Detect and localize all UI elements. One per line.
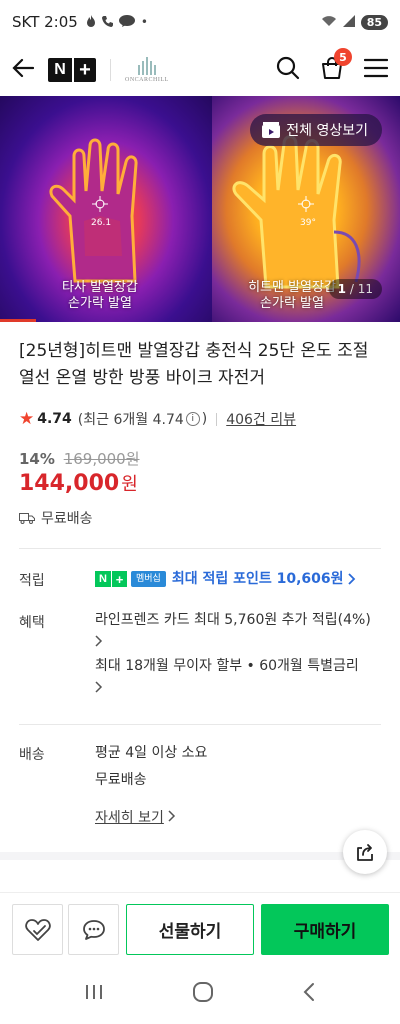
phone-icon [101,15,113,30]
share-icon [357,844,373,861]
gift-button[interactable]: 선물하기 [126,904,254,955]
battery-icon: 85 [360,14,388,30]
membership-label: 멤버십 [131,571,166,587]
image-counter-total: / 11 [349,282,373,296]
product-image-carousel[interactable]: 26.1 39° 타사 발열장갑 손가락 발열 히트맨 발열장갑 손가락 발열 … [0,96,400,322]
caption-right-line2: 손가락 발열 [260,296,324,311]
video-clapper-icon [262,122,281,138]
video-button-label: 전체 영상보기 [286,123,368,139]
logo-plus: + [72,58,96,82]
benefit-row[interactable]: 라인프렌즈 카드 최대 5,760원 추가 적립(4%) 최대 18개월 무이자… [95,609,385,701]
sale-price-unit: 원 [121,474,138,495]
image-counter-current: 1 [337,282,347,296]
buy-button[interactable]: 구매하기 [261,904,389,955]
brand-logo[interactable]: ONCARCHILL [125,57,169,83]
system-nav-bar [0,964,400,1024]
naver-plus-membership-badge: N + 멤버십 [95,571,166,587]
sale-price-amount: 144,000 [19,471,120,496]
temp-reading-left: 26.1 [91,218,112,228]
info-icon[interactable]: i [185,412,200,426]
brand-name: ONCARCHILL [125,77,169,83]
benefit-card-text: 라인프렌즈 카드 최대 5,760원 추가 적립(4%) [95,612,371,628]
back-arrow-icon[interactable] [12,58,35,82]
share-button[interactable] [343,830,387,874]
section-gap [0,852,400,860]
review-link[interactable]: 406건 리뷰 [226,409,296,429]
caption-left-line1: 타사 발열장갑 [62,280,138,295]
purchase-bar: 선물하기 구매하기 [0,892,400,964]
truck-icon [19,513,35,524]
full-video-button[interactable]: 전체 영상보기 [250,114,382,146]
header-divider [110,59,111,81]
star-icon: ★ [19,409,35,429]
caption-competitor: 타사 발열장갑 손가락 발열 [40,280,160,312]
recent-rating-close: ) [201,411,208,427]
points-row[interactable]: N + 멤버십 최대 적립 포인트 10,606원 [95,568,356,591]
back-icon[interactable] [302,982,316,1006]
top-nav: N + ONCARCHILL 5 [0,44,400,96]
benefit-label: 혜택 [19,615,45,631]
rating-score: 4.74 [37,411,72,427]
home-icon[interactable] [192,981,214,1007]
dot-icon: • [140,15,148,29]
delivery-info: 평균 4일 이상 소요 무료배송 [95,742,207,792]
original-price: 169,000원 [63,450,140,468]
mini-logo-plus: + [111,571,127,587]
delivery-fee: 무료배송 [95,772,147,788]
max-points-text: 최대 적립 포인트 10,606원 [171,571,344,587]
product-title: [25년형]히트맨 발열장갑 충전식 25단 온도 조절 열선 온열 방한 방풍… [19,341,369,388]
status-time: SKT 2:05 [12,13,78,31]
discount-row: 14% 169,000원 [19,448,140,469]
menu-icon[interactable] [363,58,389,82]
carousel-progress-fill [0,319,36,322]
heart-check-icon [24,918,51,941]
search-icon[interactable] [276,56,300,84]
caption-left-line2: 손가락 발열 [68,296,132,311]
section-divider [19,724,381,725]
section-divider [19,548,381,549]
free-shipping-label: 무료배송 [41,511,93,527]
free-shipping-badge: 무료배송 [19,508,93,528]
chevron-right-icon [168,810,176,822]
chevron-right-icon [348,573,356,585]
image-counter: 1 / 11 [328,279,382,299]
delivery-label: 배송 [19,747,45,763]
naver-plus-logo[interactable]: N + [48,58,96,82]
chevron-right-icon [95,632,385,655]
recent-rating: (최근 6개월 4.74 [77,412,184,428]
discount-percent: 14% [19,450,55,468]
sale-price: 144,000 원 [19,470,138,496]
points-label: 적립 [19,573,45,589]
status-bar: SKT 2:05 • 85 [0,0,400,44]
benefit-installment-text: 최대 18개월 무이자 할부 • 60개월 특별금리 [95,658,359,674]
delivery-estimate: 평균 4일 이상 소요 [95,745,208,761]
chat-bubble-icon [82,919,105,940]
talk-button[interactable] [68,904,119,955]
rating-row: ★ 4.74 (최근 6개월 4.74 i ) 406건 리뷰 [19,409,296,429]
wishlist-button[interactable] [12,904,63,955]
status-icons: • [86,14,148,30]
crosshair-icon [92,196,108,212]
crosshair-icon [298,196,314,212]
temp-reading-right: 39° [300,218,316,228]
glove-thermal-right [232,135,361,289]
chevron-right-icon [95,678,385,701]
rating-divider [216,412,218,426]
delivery-detail-link[interactable]: 자세히 보기 [95,807,176,827]
recent-apps-icon[interactable] [84,983,104,1005]
delivery-detail-label: 자세히 보기 [95,810,164,826]
cart-count-badge: 5 [334,48,352,66]
talk-icon [118,14,135,30]
fire-icon [86,14,96,30]
mini-logo-n: N [95,571,111,587]
signal-icon [342,13,355,31]
wifi-icon [321,13,337,31]
carousel-progress [0,319,400,322]
logo-n: N [48,58,72,82]
cart-button[interactable]: 5 [320,48,352,84]
